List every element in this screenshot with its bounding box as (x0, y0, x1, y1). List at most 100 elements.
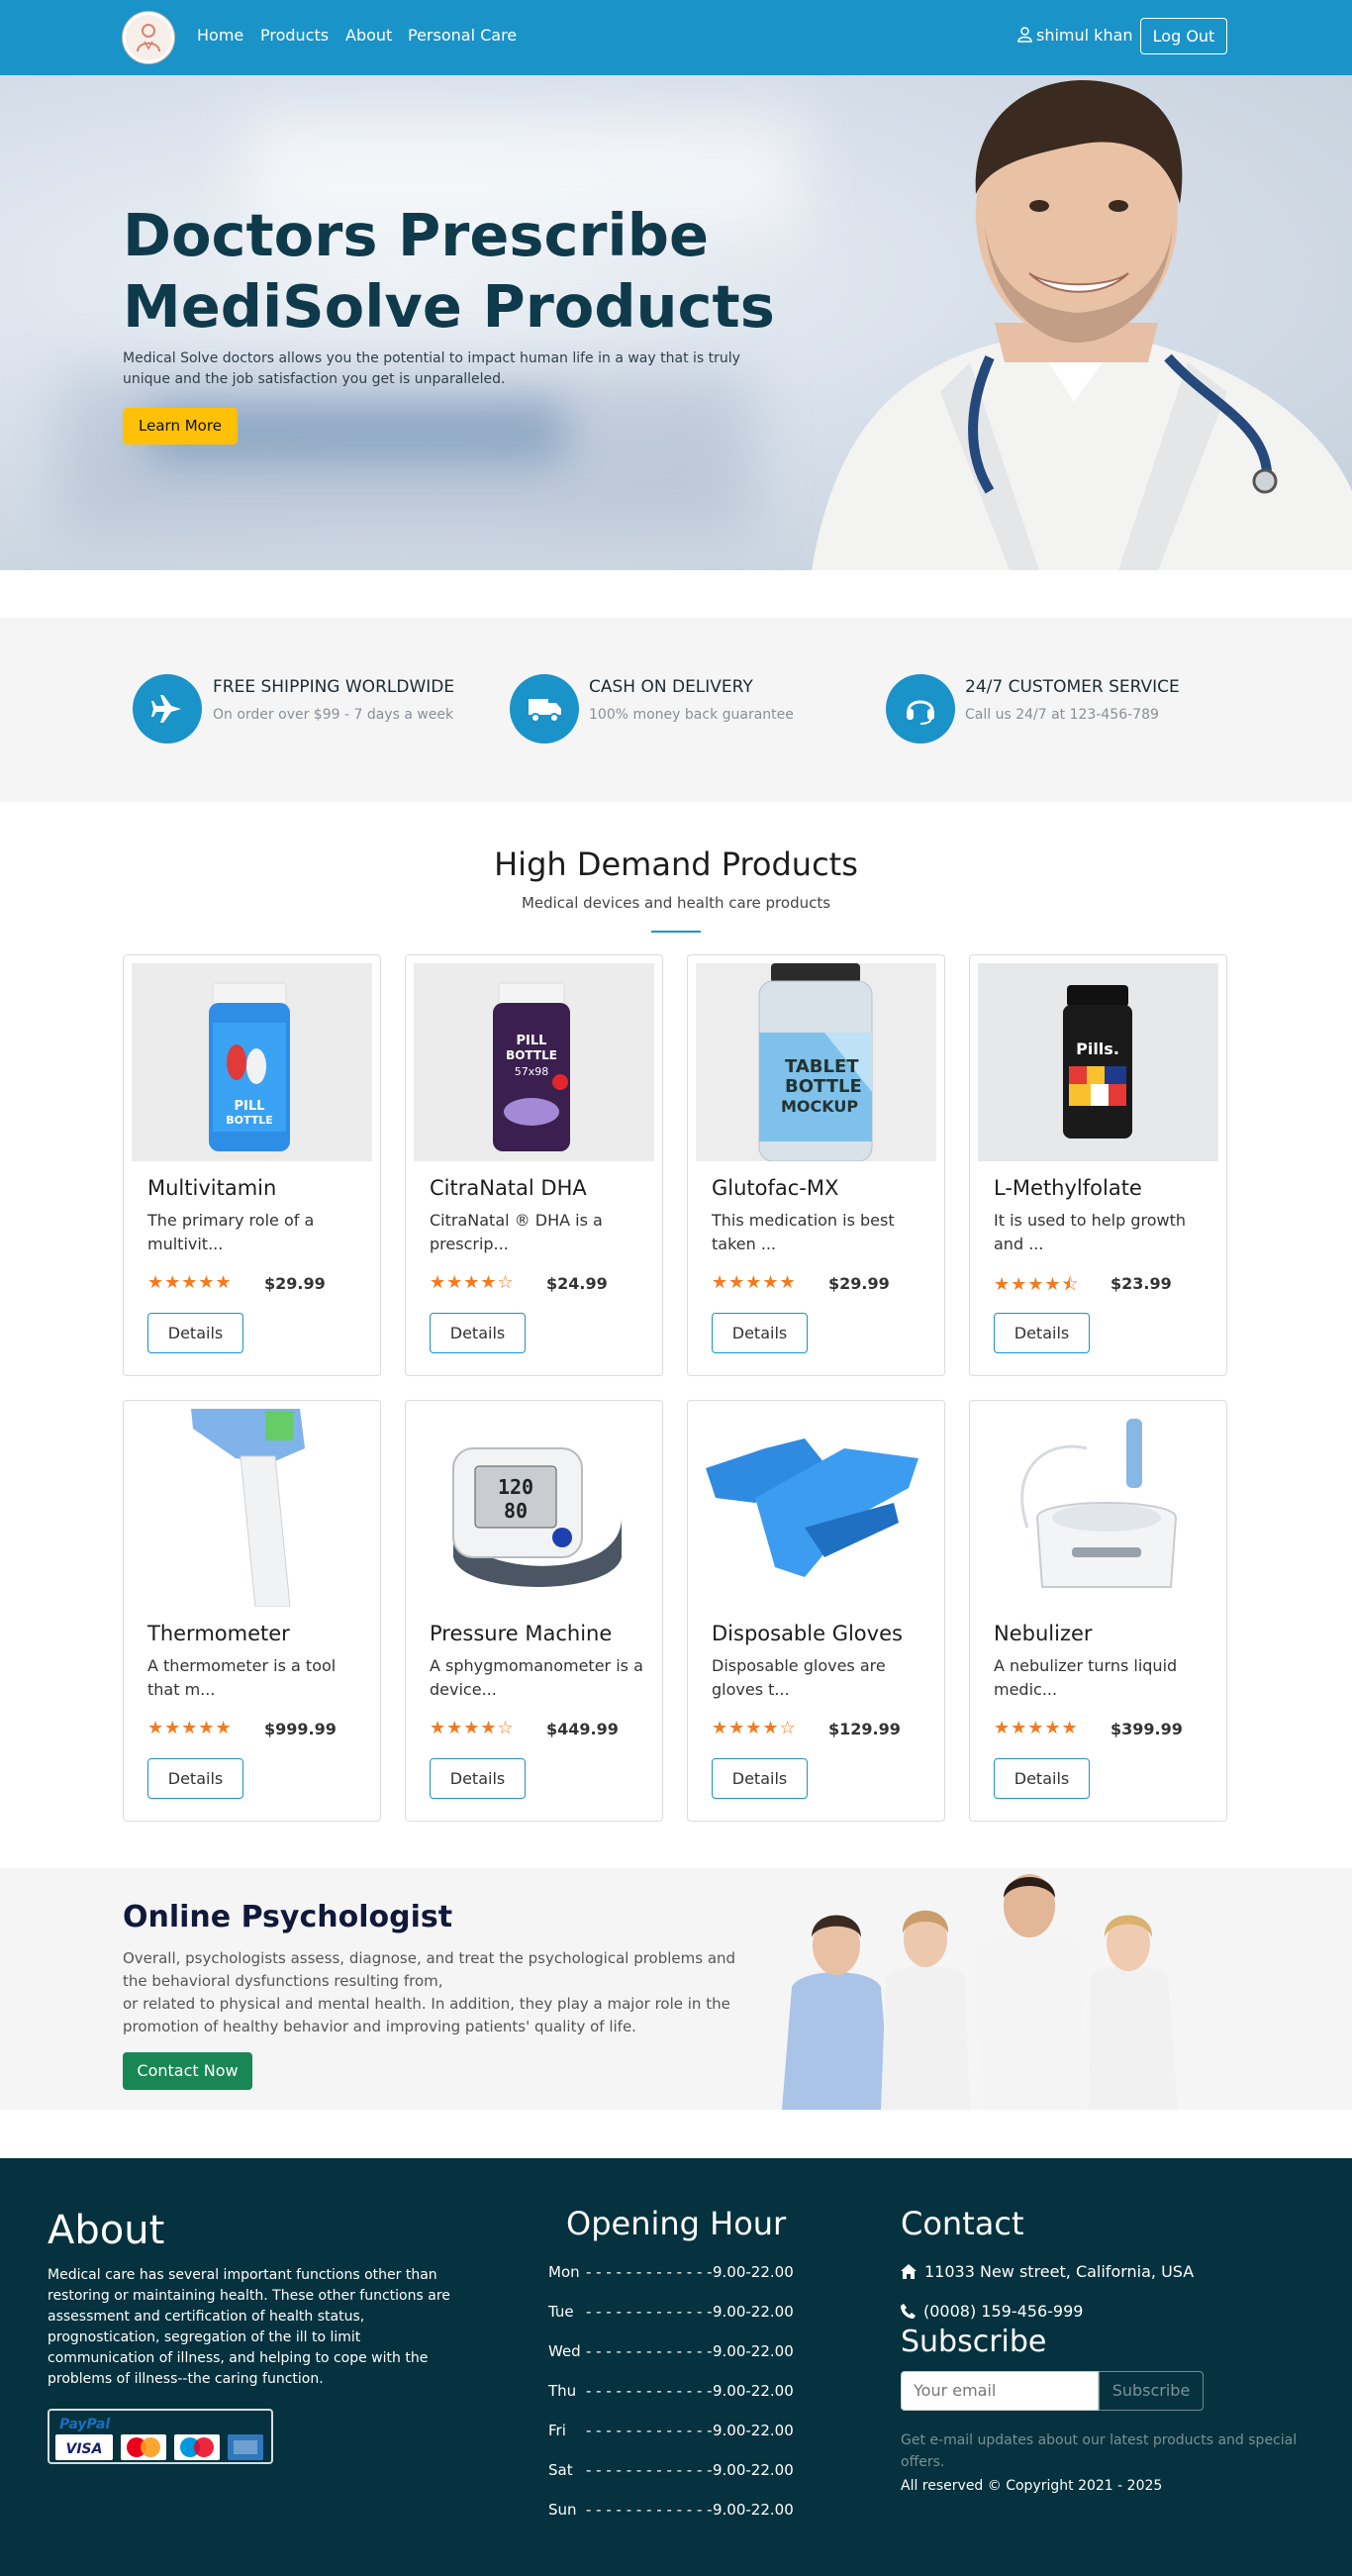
details-button[interactable]: Details (712, 1313, 808, 1353)
logout-button[interactable]: Log Out (1140, 18, 1227, 54)
product-image-gloves (696, 1409, 936, 1607)
hero-text: Medical Solve doctors allows you the pot… (123, 350, 740, 387)
contact-title: Contact (901, 2205, 1024, 2242)
feature-title: CASH ON DELIVERY (589, 677, 753, 697)
hours-row: Tue- - - - - - - - - - - - - - - - - - -… (548, 2303, 794, 2321)
product-name: Pressure Machine (430, 1622, 613, 1645)
feature-delivery-icon-circle (510, 674, 579, 743)
payment-methods: PayPal VISA (48, 2409, 273, 2464)
svg-text:PILL: PILL (235, 1099, 265, 1114)
details-button[interactable]: Details (712, 1758, 808, 1799)
footer-about-title: About (48, 2208, 165, 2253)
nav-personal-care[interactable]: Personal Care (408, 26, 517, 45)
product-description: A thermometer is a tool that m... (147, 1656, 337, 1699)
product-card: PILL BOTTLE 57x98 CitraNatal DHA CitraNa… (405, 954, 663, 1376)
footer: About Medical care has several important… (0, 2158, 1352, 2576)
user-menu[interactable]: shimul khan (1017, 26, 1133, 45)
contact-address: 11033 New street, California, USA (901, 2262, 1194, 2281)
site-logo[interactable] (123, 12, 174, 63)
email-input[interactable]: Your email (901, 2371, 1099, 2411)
hours-row: Sun- - - - - - - - - - - - - - - - - - -… (548, 2501, 794, 2519)
nav-products[interactable]: Products (260, 26, 329, 45)
user-icon (1017, 27, 1032, 43)
psychologist-text-2: or related to physical and mental health… (123, 1995, 730, 2035)
product-image-thermometer (132, 1409, 372, 1607)
product-card: Pills. L-Methylfolate It is used to help… (969, 954, 1227, 1376)
rating-stars: ★★★★★ (994, 1718, 1079, 1738)
section-divider (651, 931, 701, 933)
truck-icon (529, 699, 561, 723)
hours-row: Fri- - - - - - - - - - - - - - - - - - -… (548, 2422, 794, 2439)
subscribe-button[interactable]: Subscribe (1099, 2371, 1204, 2411)
feature-title: 24/7 CUSTOMER SERVICE (965, 677, 1180, 697)
footer-about-text: Medical care has several important funct… (48, 2267, 450, 2387)
product-card: Thermometer A thermometer is a tool that… (123, 1400, 381, 1822)
nav-about[interactable]: About (345, 26, 392, 45)
hours-row: Wed- - - - - - - - - - - - - - - - - - -… (548, 2342, 794, 2360)
learn-more-button[interactable]: Learn More (123, 408, 238, 445)
opening-hour-title: Opening Hour (566, 2205, 787, 2242)
paypal-logo: PayPal (59, 2417, 110, 2432)
hours-row: Thu- - - - - - - - - - - - - - - - - - -… (548, 2382, 794, 2400)
home-icon (901, 2264, 917, 2279)
details-button[interactable]: Details (430, 1758, 526, 1799)
rating-stars: ★★★★★ (712, 1272, 797, 1293)
product-image-methylfolate: Pills. (978, 963, 1218, 1161)
feature-title: FREE SHIPPING WORLDWIDE (213, 677, 455, 697)
product-card: 120 80 Pressure Machine A sphygmomanomet… (405, 1400, 663, 1822)
svg-text:TABLET: TABLET (785, 1056, 859, 1077)
product-price: $399.99 (1111, 1720, 1183, 1738)
product-card: Disposable Gloves Disposable gloves are … (687, 1400, 945, 1822)
hero-title: Doctors Prescribe MediSolve Products (123, 201, 775, 341)
details-button[interactable]: Details (147, 1313, 243, 1353)
rating-stars: ★★★★★ (147, 1272, 233, 1293)
user-name: shimul khan (1036, 26, 1133, 45)
product-price: $23.99 (1111, 1274, 1172, 1293)
airplane-icon (151, 695, 181, 723)
product-image-pressure-machine: 120 80 (414, 1409, 654, 1607)
psychologist-text: Overall, psychologists assess, diagnose,… (123, 1947, 756, 2038)
product-price: $999.99 (264, 1720, 337, 1738)
product-price: $29.99 (264, 1274, 326, 1293)
doctors-group-photo (782, 1874, 1178, 2110)
product-price: $449.99 (546, 1720, 619, 1738)
product-description: A sphygmomanometer is a device... (430, 1656, 643, 1699)
subscribe-note: Get e-mail updates about our latest prod… (901, 2432, 1298, 2470)
products-section-title: High Demand Products (494, 845, 858, 883)
details-button[interactable]: Details (147, 1758, 243, 1799)
product-name: Disposable Gloves (712, 1622, 903, 1645)
product-card: Nebulizer A nebulizer turns liquid medic… (969, 1400, 1227, 1822)
product-price: $24.99 (546, 1274, 608, 1293)
product-image-nebulizer (978, 1409, 1218, 1607)
feature-shipping-icon-circle (133, 674, 202, 743)
product-card: TABLET BOTTLE MOCKUP Glutofac-MX This me… (687, 954, 945, 1376)
details-button[interactable]: Details (430, 1313, 526, 1353)
svg-text:80: 80 (504, 1499, 528, 1523)
svg-text:BOTTLE: BOTTLE (785, 1076, 862, 1097)
svg-text:BOTTLE: BOTTLE (506, 1048, 557, 1062)
product-description: CitraNatal ® DHA is a prescrip... (430, 1211, 603, 1253)
feature-subtitle: 100% money back guarantee (589, 707, 794, 723)
product-description: The primary role of a multivit... (147, 1211, 315, 1253)
contact-phone: (0008) 159-456-999 (901, 2302, 1083, 2321)
rating-stars: ★★★★☆ (430, 1272, 515, 1293)
feature-subtitle: Call us 24/7 at 123-456-789 (965, 707, 1159, 723)
psychologist-title: Online Psychologist (123, 1900, 453, 1934)
details-button[interactable]: Details (994, 1758, 1090, 1799)
nav-home[interactable]: Home (197, 26, 243, 45)
svg-text:57x98: 57x98 (515, 1065, 549, 1078)
psychologist-section: Online Psychologist Overall, psychologis… (0, 1868, 1352, 2110)
svg-text:120: 120 (498, 1475, 533, 1499)
psychologist-text-1: Overall, psychologists assess, diagnose,… (123, 1949, 736, 1990)
details-button[interactable]: Details (994, 1313, 1090, 1353)
svg-text:BOTTLE: BOTTLE (226, 1114, 273, 1127)
contact-now-button[interactable]: Contact Now (123, 2052, 252, 2090)
products-section-subtitle: Medical devices and health care products (521, 894, 831, 912)
product-description: Disposable gloves are gloves t... (712, 1656, 886, 1699)
rating-stars: ★★★★★ (147, 1718, 233, 1738)
visa-logo: VISA (66, 2441, 103, 2457)
phone-icon (901, 2304, 916, 2319)
product-name: CitraNatal DHA (430, 1176, 587, 1200)
product-description: A nebulizer turns liquid medic... (994, 1656, 1178, 1699)
copyright: All reserved © Copyright 2021 - 2025 (901, 2478, 1163, 2494)
